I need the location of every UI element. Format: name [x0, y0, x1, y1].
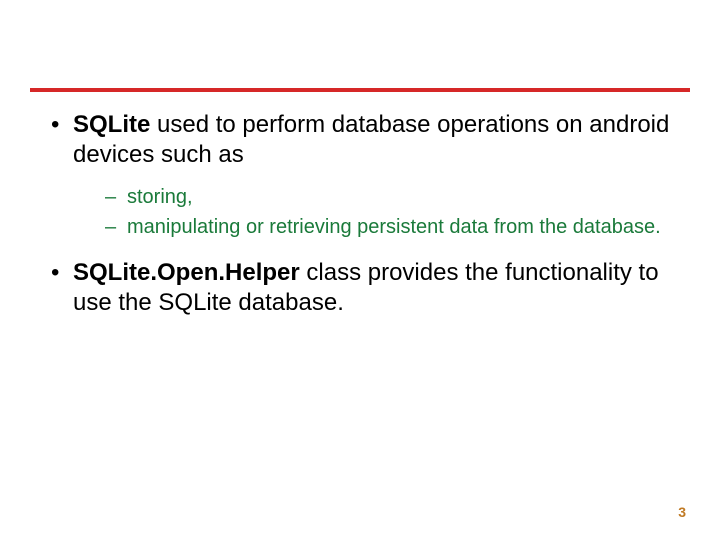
horizontal-rule [30, 88, 690, 92]
bullet-1: SQLite used to perform database operatio… [45, 110, 680, 170]
bullet-2-bold: SQLite.Open.Helper [73, 259, 300, 286]
bullet-2: SQLite.Open.Helper class provides the fu… [45, 258, 680, 318]
sub-bullet-1a: storing, [105, 184, 680, 210]
slide-content: SQLite used to perform database operatio… [45, 110, 680, 332]
bullet-1-sublist: storing, manipulating or retrieving pers… [45, 184, 680, 240]
bullet-1-bold: SQLite [73, 111, 150, 138]
sub-bullet-1b: manipulating or retrieving persistent da… [105, 214, 680, 240]
page-number: 3 [678, 504, 686, 520]
bullet-1-rest: used to perform database operations on a… [73, 111, 669, 168]
